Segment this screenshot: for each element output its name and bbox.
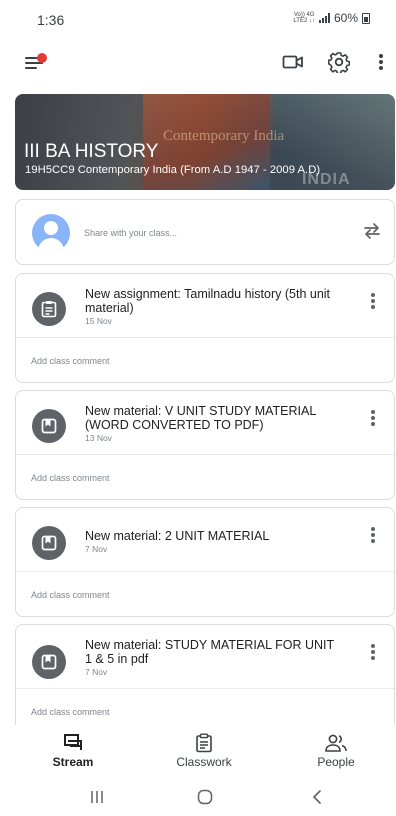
post-title: New material: 2 UNIT MATERIAL 7 Nov — [85, 529, 340, 554]
repost-icon[interactable] — [362, 221, 382, 246]
share-input[interactable]: Share with your class... — [84, 228, 177, 238]
divider — [16, 571, 394, 572]
class-title: III BA HISTORY — [24, 141, 159, 162]
more-vert-icon[interactable] — [365, 525, 381, 545]
divider — [16, 337, 394, 338]
banner-image-caption: Contemporary India — [163, 128, 285, 144]
more-vert-icon[interactable] — [365, 291, 381, 311]
post-date: 7 Nov — [85, 667, 108, 677]
signal-icon — [318, 13, 330, 23]
nav-classwork-label: Classwork — [176, 755, 232, 769]
assignment-icon — [32, 292, 66, 326]
add-comment-input[interactable]: Add class comment — [31, 473, 110, 483]
post-card[interactable]: New material: STUDY MATERIAL FOR UNIT 1 … — [15, 624, 395, 734]
post-card[interactable]: New assignment: Tamilnadu history (5th u… — [15, 273, 395, 383]
battery-icon — [362, 12, 370, 24]
class-banner[interactable]: Contemporary India INDIA III BA HISTORY … — [15, 94, 395, 190]
post-card[interactable]: New material: V UNIT STUDY MATERIAL (WOR… — [15, 390, 395, 500]
material-icon — [32, 409, 66, 443]
status-time: 1:36 — [37, 12, 65, 28]
post-title: New material: STUDY MATERIAL FOR UNIT 1 … — [85, 638, 340, 677]
divider — [16, 454, 394, 455]
classwork-icon — [196, 733, 212, 753]
nav-classwork[interactable]: Classwork — [154, 725, 254, 777]
more-vert-icon[interactable] — [365, 408, 381, 428]
more-vert-icon[interactable] — [368, 49, 394, 75]
add-comment-input[interactable]: Add class comment — [31, 590, 110, 600]
back-icon[interactable] — [308, 788, 326, 806]
add-comment-input[interactable]: Add class comment — [31, 356, 110, 366]
nav-people[interactable]: People — [286, 725, 386, 777]
video-camera-icon[interactable] — [280, 49, 306, 75]
material-icon — [32, 526, 66, 560]
home-icon[interactable] — [195, 788, 215, 806]
material-icon — [32, 645, 66, 679]
avatar — [32, 214, 70, 252]
people-icon — [325, 734, 347, 752]
notification-dot — [37, 53, 47, 63]
post-date: 15 Nov — [85, 316, 112, 326]
post-date: 13 Nov — [85, 433, 112, 443]
system-navigation-bar — [0, 778, 396, 816]
nav-people-label: People — [317, 755, 355, 769]
post-date: 7 Nov — [85, 544, 108, 554]
nav-stream-label: Stream — [52, 755, 94, 769]
bottom-navigation: Stream Classwork People — [0, 725, 396, 777]
app-bar — [0, 36, 396, 86]
network-type-icon: Vo)) 4G LTE2 ↓↑ — [293, 12, 315, 24]
post-card[interactable]: New material: 2 UNIT MATERIAL 7 Nov Add … — [15, 507, 395, 617]
gear-icon[interactable] — [326, 49, 352, 75]
more-vert-icon[interactable] — [365, 642, 381, 662]
recent-apps-icon[interactable] — [88, 788, 106, 806]
battery-percent: 60% — [333, 11, 358, 25]
share-with-class-card[interactable]: Share with your class... — [15, 199, 395, 265]
add-comment-input[interactable]: Add class comment — [31, 707, 110, 717]
divider — [16, 688, 394, 689]
stream-icon — [64, 734, 82, 750]
hamburger-menu-icon[interactable] — [24, 50, 48, 74]
post-title: New assignment: Tamilnadu history (5th u… — [85, 287, 340, 326]
nav-stream[interactable]: Stream — [23, 725, 123, 777]
status-indicators: Vo)) 4G LTE2 ↓↑ 60% — [293, 11, 370, 25]
post-title: New material: V UNIT STUDY MATERIAL (WOR… — [85, 404, 340, 443]
class-subtitle: 19H5CC9 Contemporary India (From A.D 194… — [25, 164, 321, 176]
status-bar: 1:36 Vo)) 4G LTE2 ↓↑ 60% — [0, 0, 396, 36]
